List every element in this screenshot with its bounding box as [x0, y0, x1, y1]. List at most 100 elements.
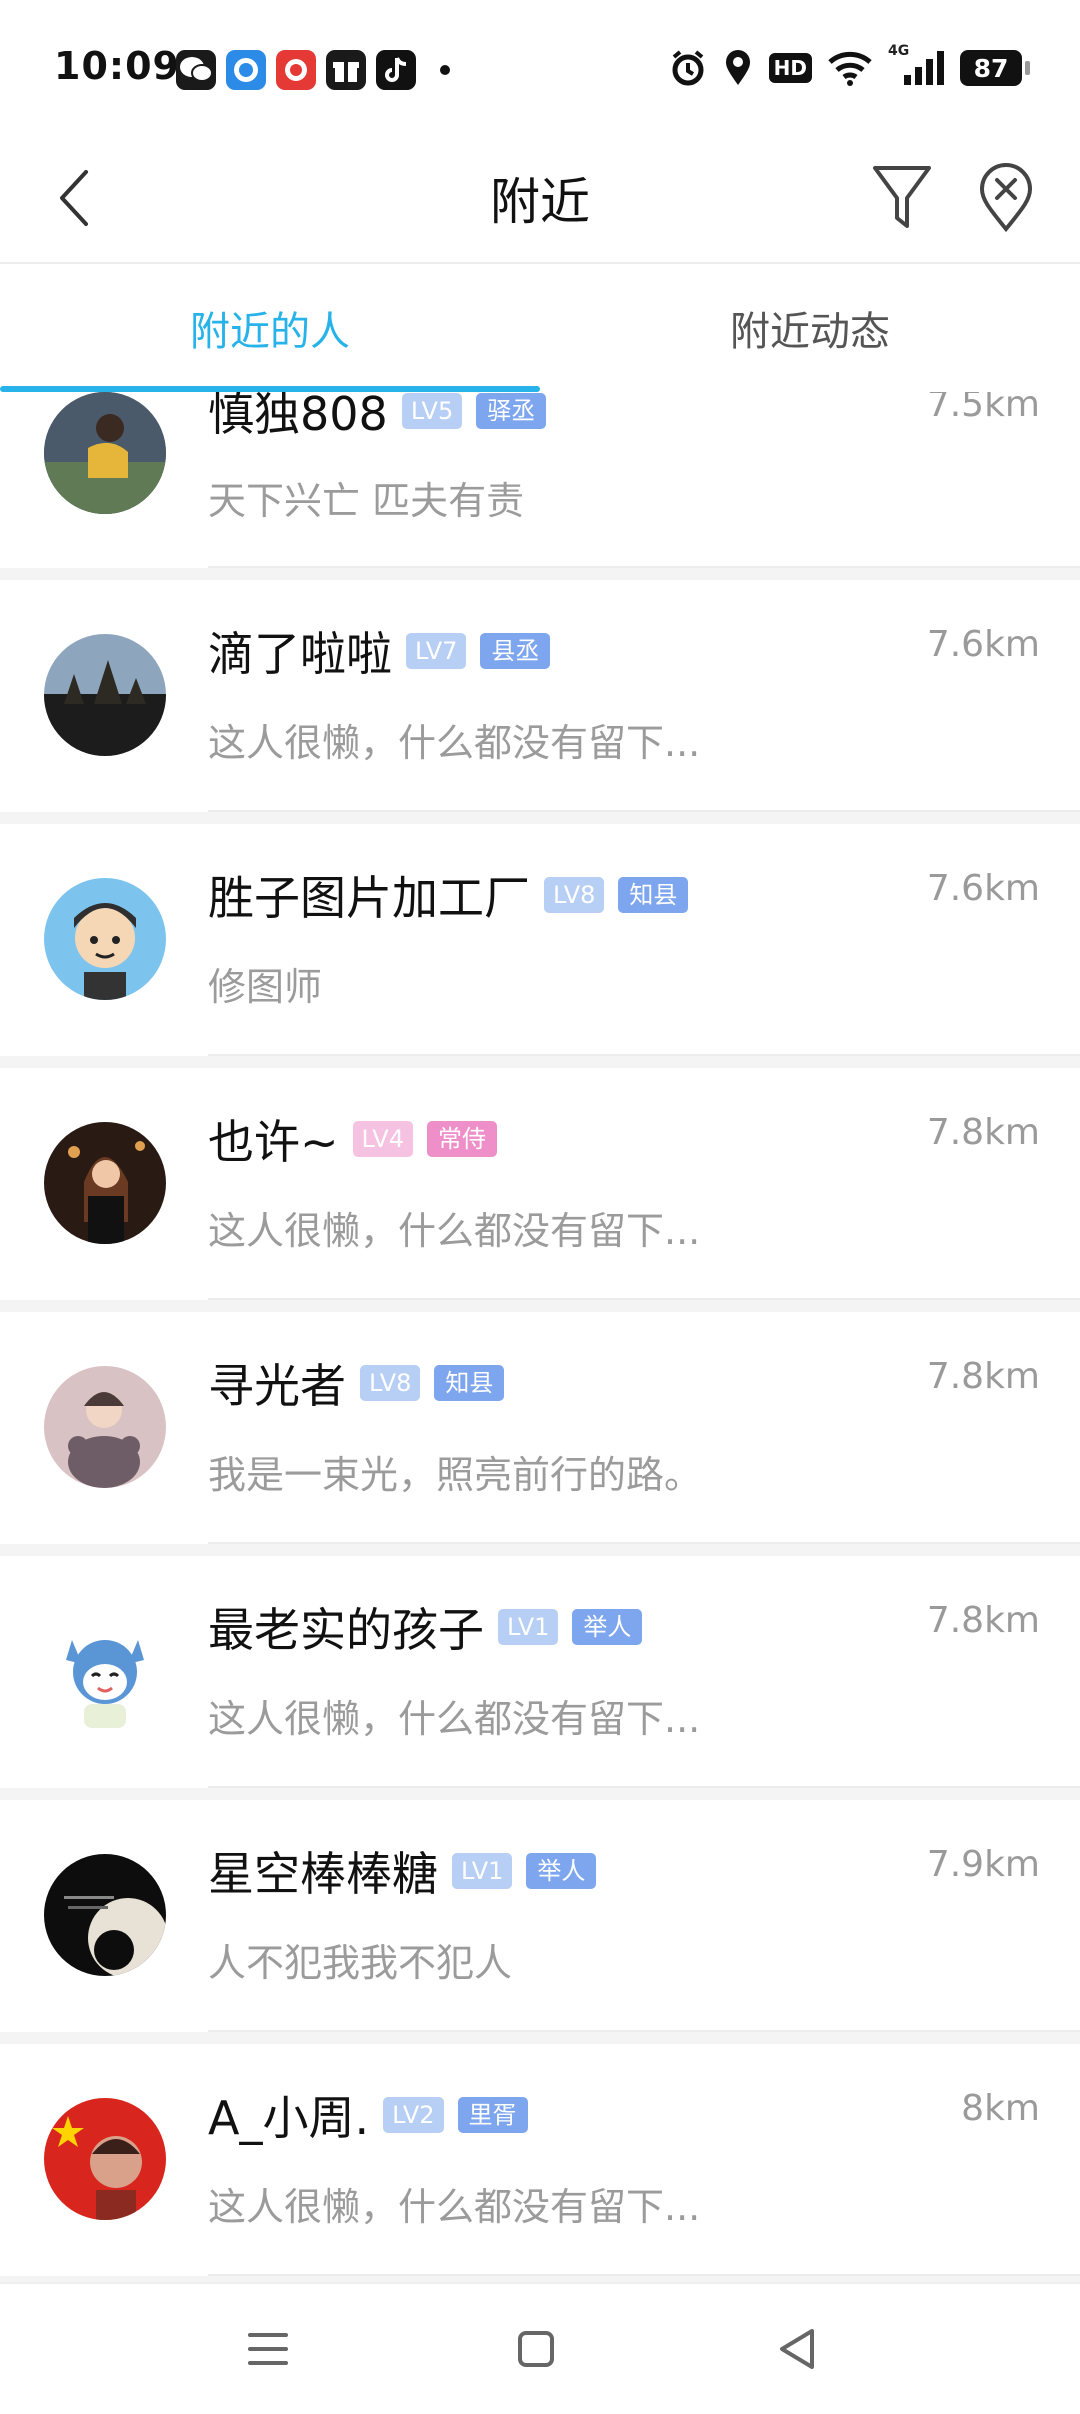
user-signature: 人不犯我我不犯人: [208, 1941, 513, 1985]
divider: [208, 810, 1080, 812]
name-line: A_小周. LV2 里胥: [208, 2082, 528, 2148]
list-item[interactable]: A_小周. LV2 里胥 这人很懒，什么都没有留下... 8km: [0, 2044, 1080, 2276]
list-item[interactable]: 也许~ LV4 常侍 这人很懒，什么都没有留下... 7.8km: [0, 1068, 1080, 1300]
list-item[interactable]: 寻光者 LV8 知县 我是一束光，照亮前行的路。 7.8km: [0, 1312, 1080, 1544]
distance: 8km: [961, 2088, 1040, 2129]
avatar[interactable]: [44, 878, 166, 1000]
recent-apps-button[interactable]: [228, 2314, 308, 2384]
top-app-bar: 附近: [0, 132, 1080, 264]
distance: 7.8km: [926, 1356, 1040, 1397]
news-app-icon: [226, 50, 266, 90]
avatar[interactable]: [44, 1610, 166, 1732]
alarm-icon: [669, 49, 707, 87]
distance: 7.6km: [926, 624, 1040, 665]
hd-label: HD: [768, 53, 812, 83]
name-line: 慎独808 LV5 驿丞: [208, 392, 547, 444]
user-signature: 修图师: [208, 965, 323, 1009]
user-name: 滴了啦啦: [208, 627, 392, 681]
menu-icon: [248, 2333, 288, 2365]
battery-level: 87: [973, 53, 1009, 83]
level-badge: LV5: [401, 393, 463, 429]
wifi-icon: [828, 50, 872, 86]
avatar[interactable]: [44, 1366, 166, 1488]
system-icons: HD 4G 87: [669, 43, 1030, 90]
level-badge: LV8: [360, 1365, 421, 1401]
list-item[interactable]: 慎独808 LV5 驿丞 天下兴亡 匹夫有责 7.5km: [0, 392, 1080, 568]
divider: [208, 566, 1080, 568]
divider: [208, 2274, 1080, 2276]
divider: [208, 1786, 1080, 1788]
battery-icon: 87: [960, 50, 1030, 86]
status-time: 10:09: [54, 44, 180, 88]
level-badge: LV7: [406, 633, 467, 669]
user-signature: 这人很懒，什么都没有留下...: [208, 721, 701, 765]
avatar[interactable]: [44, 634, 166, 756]
distance: 7.5km: [926, 392, 1040, 425]
triangle-back-icon: [780, 2329, 814, 2369]
avatar[interactable]: [44, 1854, 166, 1976]
hd-icon: HD: [768, 53, 812, 83]
filter-button[interactable]: [862, 154, 942, 240]
system-nav-bar: [0, 2282, 1080, 2414]
clear-location-button[interactable]: [970, 154, 1042, 240]
list-item[interactable]: 最老实的孩子 LV1 举人 这人很懒，什么都没有留下... 7.8km: [0, 1556, 1080, 1788]
avatar[interactable]: [44, 392, 166, 514]
level-badge: LV1: [452, 1853, 513, 1889]
user-signature: 这人很懒，什么都没有留下...: [208, 1209, 701, 1253]
tiktok-icon: [376, 50, 416, 90]
status-bar: 10:09 HD 4G 87: [0, 0, 1080, 132]
divider: [208, 1054, 1080, 1056]
tab-bar: 附近的人 附近动态: [0, 264, 1080, 392]
distance: 7.8km: [926, 1112, 1040, 1153]
user-name: 胜子图片加工厂: [208, 871, 530, 925]
more-notifications-dot: [440, 65, 450, 75]
pinduoduo-icon: [276, 50, 316, 90]
user-name: 最老实的孩子: [208, 1603, 484, 1657]
square-icon: [518, 2331, 554, 2367]
system-back-button[interactable]: [758, 2314, 838, 2384]
user-name: 星空棒棒糖: [208, 1847, 438, 1901]
avatar[interactable]: [44, 1122, 166, 1244]
level-badge: LV4: [352, 1121, 413, 1157]
list-item[interactable]: 滴了啦啦 LV7 县丞 这人很懒，什么都没有留下... 7.6km: [0, 580, 1080, 812]
user-signature: 这人很懒，什么都没有留下...: [208, 1697, 701, 1741]
user-signature: 这人很懒，什么都没有留下...: [208, 2185, 701, 2229]
notification-icons: [176, 48, 450, 92]
location-icon: [723, 49, 753, 87]
user-signature: 天下兴亡 匹夫有责: [208, 479, 525, 523]
rank-badge: 里胥: [457, 2097, 528, 2133]
tab-nearby-posts[interactable]: 附近动态: [540, 264, 1080, 392]
name-line: 也许~ LV4 常侍: [208, 1106, 497, 1172]
list-item[interactable]: 胜子图片加工厂 LV8 知县 修图师 7.6km: [0, 824, 1080, 1056]
tab-nearby-people[interactable]: 附近的人: [0, 264, 540, 392]
list-item[interactable]: 星空棒棒糖 LV1 举人 人不犯我我不犯人 7.9km: [0, 1800, 1080, 2032]
location-clear-icon: [979, 163, 1033, 233]
network-type-label: 4G: [888, 43, 910, 59]
user-signature: 我是一束光，照亮前行的路。: [208, 1453, 703, 1497]
distance: 7.8km: [926, 1600, 1040, 1641]
gift-icon: [326, 50, 366, 90]
rank-badge: 知县: [618, 877, 689, 913]
level-badge: LV2: [383, 2097, 444, 2133]
divider: [208, 2030, 1080, 2032]
wechat-icon: [176, 50, 216, 90]
rank-badge: 举人: [526, 1853, 597, 1889]
rank-badge: 常侍: [426, 1121, 497, 1157]
level-badge: LV8: [544, 877, 605, 913]
rank-badge: 县丞: [480, 633, 551, 669]
divider: [208, 1298, 1080, 1300]
level-badge: LV1: [498, 1609, 559, 1645]
distance: 7.6km: [926, 868, 1040, 909]
name-line: 星空棒棒糖 LV1 举人: [208, 1838, 597, 1904]
user-name: 慎独808: [208, 392, 388, 441]
avatar[interactable]: [44, 2098, 166, 2220]
filter-icon: [873, 166, 931, 228]
user-name: 寻光者: [208, 1359, 346, 1413]
rank-badge: 知县: [434, 1365, 505, 1401]
name-line: 寻光者 LV8 知县: [208, 1350, 505, 1416]
name-line: 滴了啦啦 LV7 县丞: [208, 618, 551, 684]
people-list[interactable]: 慎独808 LV5 驿丞 天下兴亡 匹夫有责 7.5km 滴了啦啦 LV7 县丞…: [0, 392, 1080, 2282]
user-name: A_小周.: [208, 2091, 370, 2145]
signal-4g-icon: 4G: [888, 43, 944, 87]
home-button[interactable]: [496, 2314, 576, 2384]
